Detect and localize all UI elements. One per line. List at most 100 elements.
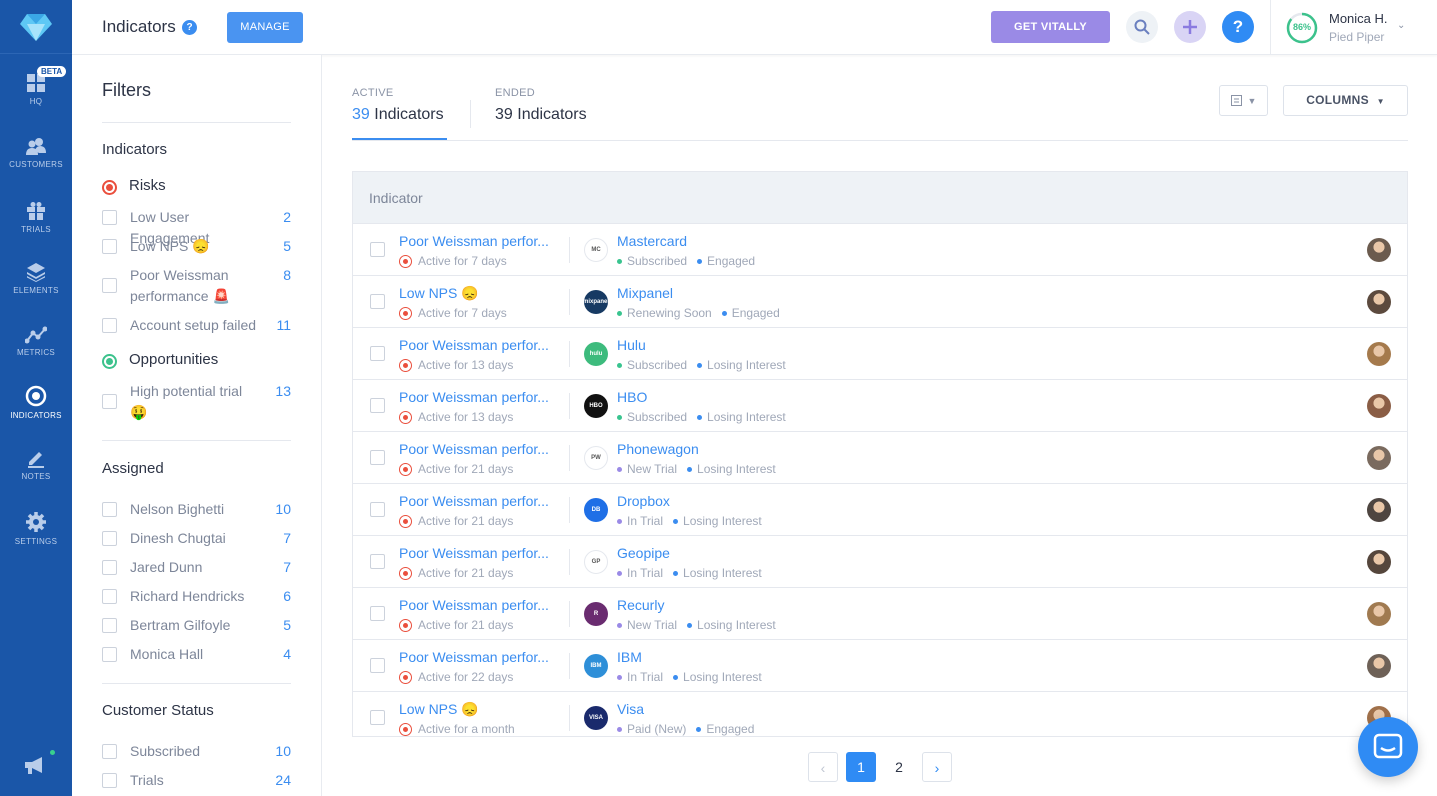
checkbox[interactable] <box>102 618 117 633</box>
checkbox[interactable] <box>102 560 117 575</box>
indicator-link[interactable]: Poor Weissman perfor... <box>399 597 549 613</box>
indicator-link[interactable]: Low NPS 😞 <box>399 285 479 302</box>
row-checkbox[interactable] <box>370 606 385 621</box>
row-checkbox[interactable] <box>370 658 385 673</box>
checkbox[interactable] <box>102 502 117 517</box>
table-row[interactable]: Poor Weissman perfor... Active for 13 da… <box>353 328 1407 380</box>
filter-row[interactable]: Poor Weissman performance 🚨 8 <box>102 265 291 307</box>
customer-link[interactable]: HBO <box>617 389 647 405</box>
filter-row[interactable]: Bertram Gilfoyle 5 <box>102 615 291 636</box>
row-checkbox[interactable] <box>370 242 385 257</box>
row-checkbox[interactable] <box>370 450 385 465</box>
chat-launcher[interactable] <box>1358 717 1418 777</box>
filter-row[interactable]: Monica Hall 4 <box>102 644 291 665</box>
indicator-link[interactable]: Poor Weissman perfor... <box>399 389 549 405</box>
assignee-avatar[interactable] <box>1367 446 1391 470</box>
search-button[interactable] <box>1126 11 1158 43</box>
filter-row[interactable]: Low NPS 😞 5 <box>102 236 291 257</box>
checkbox[interactable] <box>102 239 117 254</box>
customer-link[interactable]: Recurly <box>617 597 664 613</box>
columns-button[interactable]: COLUMNS ▼ <box>1283 85 1408 116</box>
assignee-avatar[interactable] <box>1367 290 1391 314</box>
filter-row[interactable]: Subscribed 10 <box>102 741 291 762</box>
manage-button[interactable]: MANAGE <box>227 12 303 43</box>
filter-row[interactable]: High potential trial 🤑 13 <box>102 381 291 423</box>
table-row[interactable]: Poor Weissman perfor... Active for 7 day… <box>353 224 1407 276</box>
assignee-avatar[interactable] <box>1367 238 1391 262</box>
checkbox[interactable] <box>102 773 117 788</box>
customer-link[interactable]: Mixpanel <box>617 285 673 301</box>
checkbox[interactable] <box>102 531 117 546</box>
table-row[interactable]: Poor Weissman perfor... Active for 21 da… <box>353 484 1407 536</box>
assignee-avatar[interactable] <box>1367 654 1391 678</box>
row-checkbox[interactable] <box>370 294 385 309</box>
assignee-avatar[interactable] <box>1367 498 1391 522</box>
indicator-link[interactable]: Poor Weissman perfor... <box>399 337 549 353</box>
filter-row[interactable]: Dinesh Chugtai 7 <box>102 528 291 549</box>
customer-link[interactable]: Phonewagon <box>617 441 699 457</box>
opportunity-radio[interactable] <box>102 354 117 369</box>
checkbox[interactable] <box>102 278 117 293</box>
column-header-indicator[interactable]: Indicator <box>369 190 423 206</box>
assignee-avatar[interactable] <box>1367 602 1391 626</box>
nav-notes[interactable]: NOTES <box>0 436 72 492</box>
checkbox[interactable] <box>102 210 117 225</box>
indicator-link[interactable]: Poor Weissman perfor... <box>399 233 549 249</box>
filter-row[interactable]: Trials 24 <box>102 770 291 791</box>
tab-ended[interactable]: ENDED 39 Indicators <box>495 87 587 124</box>
indicator-link[interactable]: Low NPS 😞 <box>399 701 479 718</box>
nav-elements[interactable]: ELEMENTS <box>0 250 72 306</box>
filter-row[interactable]: Richard Hendricks 6 <box>102 586 291 607</box>
assignee-avatar[interactable] <box>1367 550 1391 574</box>
nav-settings[interactable]: SETTINGS <box>0 500 72 556</box>
filter-row[interactable]: Low User Engagement 2 <box>102 207 291 246</box>
get-vitally-button[interactable]: GET VITALLY <box>991 11 1110 43</box>
assignee-avatar[interactable] <box>1367 342 1391 366</box>
help-button[interactable]: ? <box>1222 11 1254 43</box>
table-row[interactable]: Low NPS 😞 Active for 7 days mixpanel Mix… <box>353 276 1407 328</box>
nav-customers[interactable]: CUSTOMERS <box>0 125 72 181</box>
table-row[interactable]: Poor Weissman perfor... Active for 22 da… <box>353 640 1407 692</box>
page-2-button[interactable]: 2 <box>884 752 914 782</box>
filter-row[interactable]: Account setup failed 11 <box>102 315 291 336</box>
indicator-link[interactable]: Poor Weissman perfor... <box>399 441 549 457</box>
vitally-logo[interactable] <box>0 0 72 54</box>
table-row[interactable]: Low NPS 😞 Active for a month VISA Visa P… <box>353 692 1407 736</box>
filter-row[interactable]: Nelson Bighetti 10 <box>102 499 291 520</box>
customer-link[interactable]: Dropbox <box>617 493 670 509</box>
table-row[interactable]: Poor Weissman perfor... Active for 13 da… <box>353 380 1407 432</box>
filter-row[interactable]: Jared Dunn 7 <box>102 557 291 578</box>
nav-trials[interactable]: TRIALS <box>0 189 72 245</box>
indicator-link[interactable]: Poor Weissman perfor... <box>399 649 549 665</box>
table-row[interactable]: Poor Weissman perfor... Active for 21 da… <box>353 432 1407 484</box>
user-name[interactable]: Monica H. <box>1329 11 1388 26</box>
checkbox[interactable] <box>102 394 117 409</box>
customer-link[interactable]: IBM <box>617 649 642 665</box>
nav-hq[interactable]: BETA HQ <box>0 61 72 117</box>
nav-indicators[interactable]: INDICATORS <box>0 374 72 430</box>
row-checkbox[interactable] <box>370 502 385 517</box>
row-checkbox[interactable] <box>370 346 385 361</box>
checkbox[interactable] <box>102 589 117 604</box>
chevron-down-icon[interactable]: ⌄ <box>1397 20 1405 31</box>
row-checkbox[interactable] <box>370 710 385 725</box>
view-toggle-button[interactable]: ▼ <box>1219 85 1268 116</box>
help-icon[interactable]: ? <box>182 20 197 35</box>
tab-active[interactable]: ACTIVE 39 Indicators <box>352 87 444 124</box>
customer-link[interactable]: Mastercard <box>617 233 687 249</box>
checkbox[interactable] <box>102 744 117 759</box>
row-checkbox[interactable] <box>370 398 385 413</box>
checkbox[interactable] <box>102 647 117 662</box>
row-checkbox[interactable] <box>370 554 385 569</box>
table-row[interactable]: Poor Weissman perfor... Active for 21 da… <box>353 588 1407 640</box>
prev-page-button[interactable]: ‹ <box>808 752 838 782</box>
indicator-link[interactable]: Poor Weissman perfor... <box>399 493 549 509</box>
indicator-link[interactable]: Poor Weissman perfor... <box>399 545 549 561</box>
nav-metrics[interactable]: METRICS <box>0 313 72 369</box>
customer-link[interactable]: Visa <box>617 701 644 717</box>
page-1-button[interactable]: 1 <box>846 752 876 782</box>
checkbox[interactable] <box>102 318 117 333</box>
megaphone-icon[interactable] <box>22 755 48 777</box>
assignee-avatar[interactable] <box>1367 394 1391 418</box>
customer-link[interactable]: Geopipe <box>617 545 670 561</box>
